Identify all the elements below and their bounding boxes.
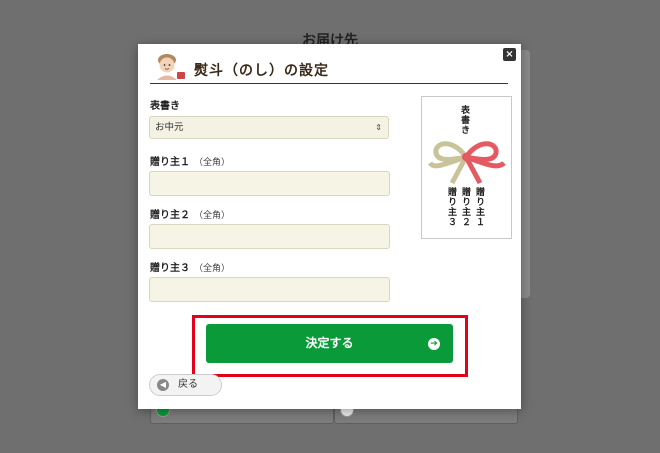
noshi-preview: 表書き 贈り主１ 贈り主２ 贈り主３: [421, 96, 512, 239]
preview-giver3: 贈り主３: [446, 187, 456, 227]
omotegaki-select[interactable]: お中元 ⇕: [149, 116, 389, 139]
dialog-title: 熨斗（のし）の設定: [194, 63, 329, 79]
dialog-header: 熨斗（のし）の設定: [150, 50, 508, 84]
preview-omotegaki: 表書き: [459, 105, 469, 135]
giver1-note: （全角）: [194, 158, 231, 168]
back-button[interactable]: ◀ 戻る: [149, 374, 222, 396]
giver3-input[interactable]: [149, 277, 390, 302]
submit-button-label: 決定する: [305, 336, 354, 350]
giver3-note: （全角）: [194, 264, 231, 274]
giver1-label-row: 贈り主１ （全角）: [150, 153, 230, 168]
header-divider: [150, 83, 508, 84]
giver1-label: 贈り主１: [150, 157, 190, 168]
select-arrow-icon: ⇕: [375, 123, 382, 132]
giver2-label-row: 贈り主２ （全角）: [150, 206, 230, 221]
giver3-label: 贈り主３: [150, 263, 190, 274]
arrow-right-icon: ➔: [428, 338, 440, 350]
submit-button[interactable]: 決定する ➔: [206, 324, 453, 363]
giver2-label: 贈り主２: [150, 210, 190, 221]
giver1-input[interactable]: [149, 171, 390, 196]
noshi-settings-dialog: × 熨斗（のし）の設定 表書き お中元 ⇕ 贈り主１ （全角） 贈り主２ （全角） …: [138, 44, 521, 409]
preview-giver2: 贈り主２: [460, 187, 470, 227]
mascot-icon: [157, 54, 185, 80]
omotegaki-label: 表書き: [150, 101, 180, 112]
giver3-label-row: 贈り主３ （全角）: [150, 259, 230, 274]
back-arrow-icon: ◀: [157, 379, 169, 391]
preview-giver1: 贈り主１: [474, 187, 484, 227]
giver2-note: （全角）: [194, 211, 231, 221]
giver2-input[interactable]: [149, 224, 390, 249]
omotegaki-selected-value: お中元: [155, 122, 184, 133]
back-button-label: 戻る: [178, 379, 198, 390]
